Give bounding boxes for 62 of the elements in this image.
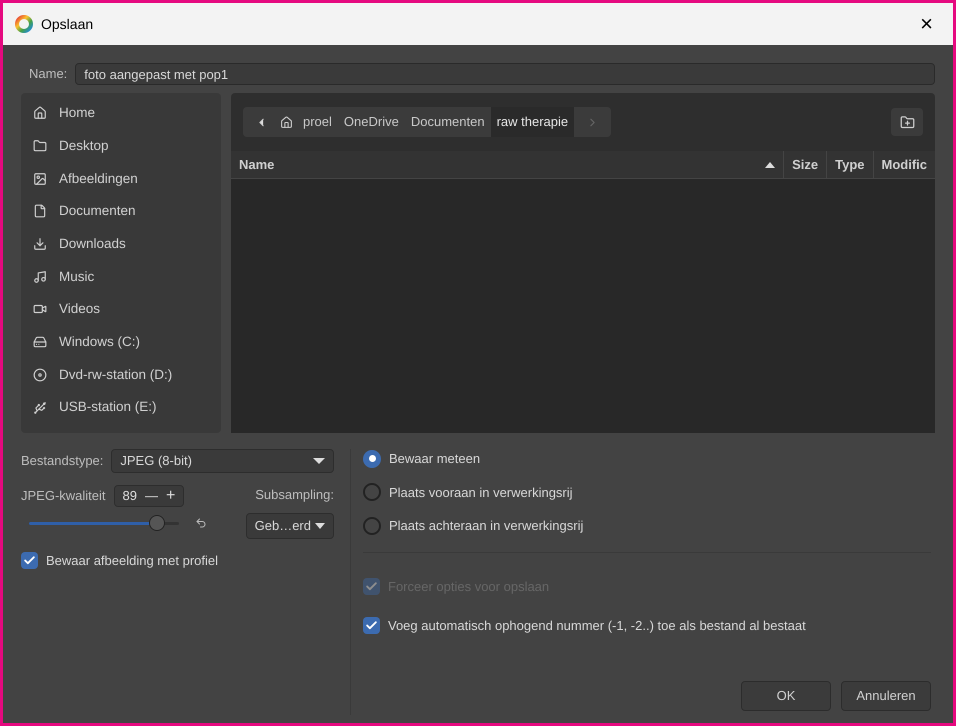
radio-button[interactable] [363,516,381,535]
new-folder-button[interactable] [891,108,923,136]
quality-label: JPEG-kwaliteit [21,487,106,506]
close-button[interactable]: × [912,13,941,35]
quality-spinbox[interactable]: 89 — + [114,485,184,507]
radio-label: Bewaar meteen [389,450,480,468]
checkbox-label: Bewaar afbeelding met profiel [46,552,218,570]
sidebar-item[interactable]: Documenten [21,195,221,228]
color-wheel-icon [15,15,33,33]
disc-icon [33,368,47,382]
checkbox[interactable] [363,617,380,634]
document-icon [33,204,47,218]
increment-button[interactable]: + [166,484,176,508]
dialog-button[interactable]: OK [741,681,831,711]
name-label: Name: [28,65,68,84]
dialog-button[interactable]: Annuleren [841,681,931,711]
slider-thumb[interactable] [148,515,164,531]
sort-up-icon [765,162,776,168]
folder-icon [33,139,47,154]
check-icon [365,580,378,593]
radio-label: Plaats achteraan in verwerkingsrij [389,517,584,535]
check-icon [23,554,36,567]
folder-plus-icon [900,114,914,130]
radio-button[interactable] [363,483,381,502]
breadcrumb[interactable]: raw therapie [490,107,574,137]
sidebar-item[interactable]: Home [21,97,221,130]
home-icon [33,106,47,120]
sidebar-item[interactable]: Music [21,260,221,294]
checkbox-label: Voeg automatisch ophogend nummer (-1, -2..) toe als bestand al bestaat [388,617,806,635]
filetype-dropdown[interactable]: JPEG (8-bit) [111,449,334,473]
checkbox[interactable] [21,552,38,569]
subsampling-label: Subsampling: [255,486,334,504]
column-header[interactable]: Modific [872,151,935,178]
breadcrumb[interactable]: Documenten [404,107,491,137]
download-icon [33,237,47,252]
breadcrumb[interactable]: OneDrive [338,107,405,137]
column-header[interactable]: Size [783,151,826,178]
reset-icon[interactable] [195,517,207,529]
sidebar-item[interactable]: Dvd-rw-station (D:) [21,358,221,392]
image-icon [33,172,47,186]
breadcrumb[interactable]: proel [297,107,338,137]
sidebar-item[interactable]: Windows (C:) [21,326,221,358]
music-icon [33,270,47,284]
home-icon [280,116,293,128]
name-field[interactable]: foto aangepast met pop1 [75,63,935,85]
caret-icon [315,522,325,528]
sidebar-item[interactable]: Downloads [21,228,221,260]
quality-slider[interactable] [29,515,179,531]
decrement-button[interactable]: — [141,486,162,506]
caret-icon [313,458,325,464]
usb-icon [33,400,47,415]
radio-button[interactable] [363,450,381,468]
sidebar-item[interactable]: Afbeeldingen [21,162,221,196]
column-header[interactable]: Type [826,151,872,178]
filetype-label: Bestandstype: [21,452,104,470]
column-header[interactable]: Name [231,151,784,178]
sidebar-item[interactable]: Videos [21,293,221,326]
sidebar-item[interactable]: USB-station (E:) [21,391,221,424]
subsampling-dropdown[interactable]: Geb…erd [246,512,334,538]
sidebar-item[interactable]: Desktop [21,130,221,162]
window-title: Opslaan [41,14,94,34]
radio-label: Plaats vooraan in verwerkingsrij [389,484,573,502]
